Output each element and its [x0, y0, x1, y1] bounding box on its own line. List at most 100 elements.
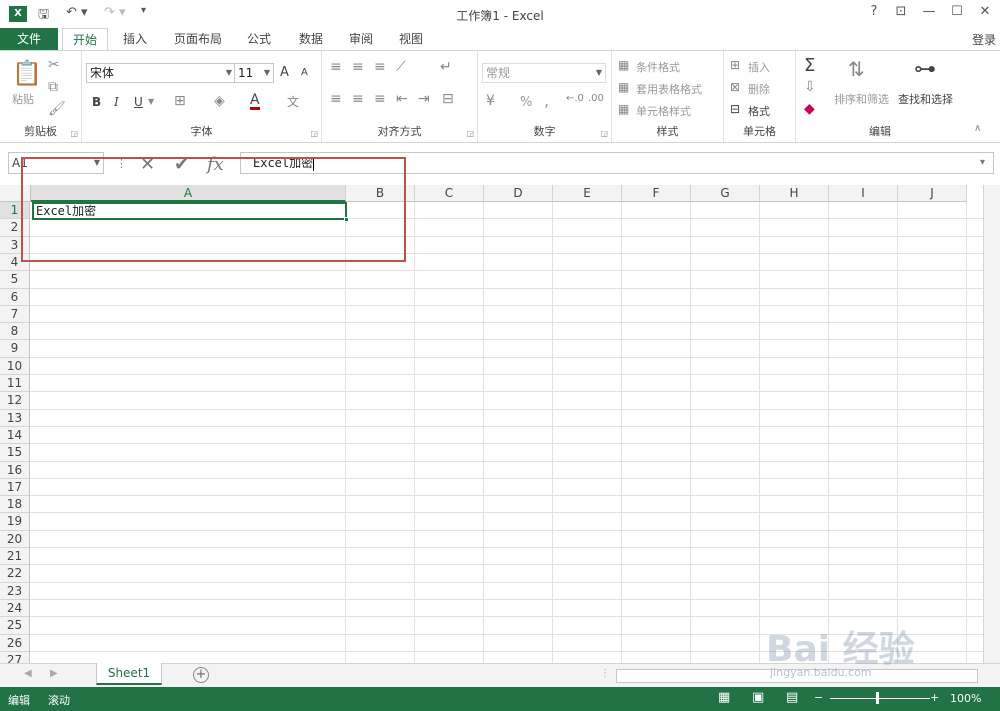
font-name-select[interactable]: 宋体 ▼ [86, 63, 236, 83]
insert-cells-button[interactable]: 插入 [748, 59, 770, 75]
horizontal-scrollbar[interactable] [616, 669, 978, 683]
row-header-22[interactable]: 22 [0, 565, 30, 583]
row-header-21[interactable]: 21 [0, 548, 30, 566]
row-header-15[interactable]: 15 [0, 444, 30, 462]
cell-styles-button[interactable]: 单元格样式 [636, 103, 691, 119]
zoom-slider[interactable] [830, 698, 930, 699]
alignment-launcher-icon[interactable]: ◲ [466, 129, 474, 138]
percent-button[interactable]: % [520, 95, 532, 110]
tab-formulas[interactable]: 公式 [238, 28, 280, 50]
row-header-14[interactable]: 14 [0, 426, 30, 445]
row-header-6[interactable]: 6 [0, 288, 30, 306]
help-button[interactable]: ? [862, 4, 886, 19]
cut-icon[interactable]: ✂ [48, 57, 60, 73]
column-header-g[interactable]: G [691, 185, 760, 202]
column-header-f[interactable]: F [622, 185, 691, 202]
shrink-font-button[interactable]: A [301, 67, 308, 78]
row-header-17[interactable]: 17 [0, 478, 30, 497]
row-header-20[interactable]: 20 [0, 530, 30, 549]
comma-button[interactable]: , [544, 91, 549, 110]
row-header-16[interactable]: 16 [0, 461, 30, 479]
row-header-24[interactable]: 24 [0, 599, 30, 618]
fill-color-icon[interactable]: ◈ [214, 93, 225, 109]
column-header-h[interactable]: H [760, 185, 829, 202]
chevron-down-icon[interactable]: ▼ [148, 97, 154, 106]
borders-icon[interactable]: ⊞ [174, 93, 186, 109]
tab-file[interactable]: 文件 [0, 28, 58, 50]
tab-data[interactable]: 数据 [290, 28, 332, 50]
collapse-ribbon-icon[interactable]: ∧ [974, 123, 981, 134]
sort-filter-icon[interactable]: ⇅ [848, 57, 865, 81]
page-break-view-icon[interactable]: ▤ [786, 690, 798, 705]
align-center-icon[interactable]: ≡ [352, 91, 364, 107]
zoom-out-icon[interactable]: − [814, 691, 823, 704]
format-as-table-button[interactable]: 套用表格格式 [636, 81, 702, 97]
ribbon-display-options-button[interactable]: ⊡ [889, 4, 913, 19]
row-header-12[interactable]: 12 [0, 392, 30, 410]
autosum-icon[interactable]: Σ [804, 55, 815, 76]
column-header-j[interactable]: J [898, 185, 967, 202]
row-header-9[interactable]: 9 [0, 340, 30, 358]
wrap-text-icon[interactable]: ↵ [440, 59, 452, 75]
clear-icon[interactable]: ◆ [804, 101, 815, 117]
add-sheet-button[interactable]: + [193, 667, 209, 683]
vertical-scrollbar[interactable] [983, 185, 1000, 663]
increase-decimal-icon[interactable]: ←.0 [566, 93, 584, 104]
binoculars-icon[interactable]: ⊶ [914, 57, 936, 82]
paste-icon[interactable]: 📋 [12, 59, 42, 87]
increase-indent-icon[interactable]: ⇥ [418, 91, 430, 107]
zoom-slider-thumb[interactable] [876, 692, 879, 704]
format-painter-icon[interactable]: 🖌 [48, 101, 66, 117]
column-header-i[interactable]: I [829, 185, 898, 202]
row-header-27[interactable]: 27 [0, 651, 30, 663]
next-sheet-icon[interactable]: ▶ [50, 668, 58, 679]
row-header-26[interactable]: 26 [0, 634, 30, 652]
bold-button[interactable]: B [92, 95, 101, 109]
maximize-button[interactable]: ☐ [945, 4, 969, 19]
close-button[interactable]: ✕ [973, 4, 997, 19]
sort-filter-button[interactable]: 排序和筛选 [834, 91, 889, 107]
column-header-c[interactable]: C [415, 185, 484, 202]
align-top-icon[interactable]: ≡ [330, 59, 342, 75]
copy-icon[interactable]: ⧉ [48, 79, 58, 95]
row-header-18[interactable]: 18 [0, 496, 30, 514]
font-size-select[interactable]: 11 ▼ [234, 63, 274, 83]
paste-button[interactable]: 粘贴 [12, 91, 34, 107]
row-header-10[interactable]: 10 [0, 357, 30, 376]
italic-button[interactable]: I [114, 95, 119, 109]
row-header-13[interactable]: 13 [0, 409, 30, 427]
tab-view[interactable]: 视图 [390, 28, 432, 50]
decrease-indent-icon[interactable]: ⇤ [396, 91, 408, 107]
row-header-19[interactable]: 19 [0, 513, 30, 531]
merge-center-icon[interactable]: ⊟ [442, 91, 454, 107]
fill-icon[interactable]: ⇩ [804, 79, 816, 95]
clipboard-launcher-icon[interactable]: ◲ [70, 129, 78, 138]
row-header-25[interactable]: 25 [0, 617, 30, 635]
column-header-d[interactable]: D [484, 185, 553, 202]
tab-review[interactable]: 审阅 [340, 28, 382, 50]
find-select-button[interactable]: 查找和选择 [898, 91, 953, 107]
row-header-8[interactable]: 8 [0, 323, 30, 341]
format-cells-button[interactable]: 格式 [748, 103, 770, 119]
number-format-select[interactable]: 常规 ▼ [482, 63, 606, 83]
tab-splitter-icon[interactable]: ⋮ [600, 668, 610, 679]
font-launcher-icon[interactable]: ◲ [310, 129, 318, 138]
tab-insert[interactable]: 插入 [114, 28, 156, 50]
decrease-decimal-icon[interactable]: .00 [588, 93, 604, 104]
zoom-in-icon[interactable]: + [930, 691, 939, 704]
row-header-5[interactable]: 5 [0, 271, 30, 289]
align-bottom-icon[interactable]: ≡ [374, 59, 386, 75]
zoom-level[interactable]: 100% [950, 692, 981, 705]
page-layout-view-icon[interactable]: ▣ [752, 690, 764, 705]
align-right-icon[interactable]: ≡ [374, 91, 386, 107]
align-left-icon[interactable]: ≡ [330, 91, 342, 107]
row-header-7[interactable]: 7 [0, 305, 30, 324]
prev-sheet-icon[interactable]: ◀ [24, 668, 32, 679]
sheet-tab-sheet1[interactable]: Sheet1 [96, 663, 162, 685]
delete-cells-button[interactable]: 删除 [748, 81, 770, 97]
align-middle-icon[interactable]: ≡ [352, 59, 364, 75]
grow-font-button[interactable]: A [280, 65, 289, 80]
tab-page-layout[interactable]: 页面布局 [168, 28, 228, 50]
phonetic-icon[interactable]: 文 [287, 93, 299, 110]
font-color-button[interactable]: A [250, 93, 260, 110]
